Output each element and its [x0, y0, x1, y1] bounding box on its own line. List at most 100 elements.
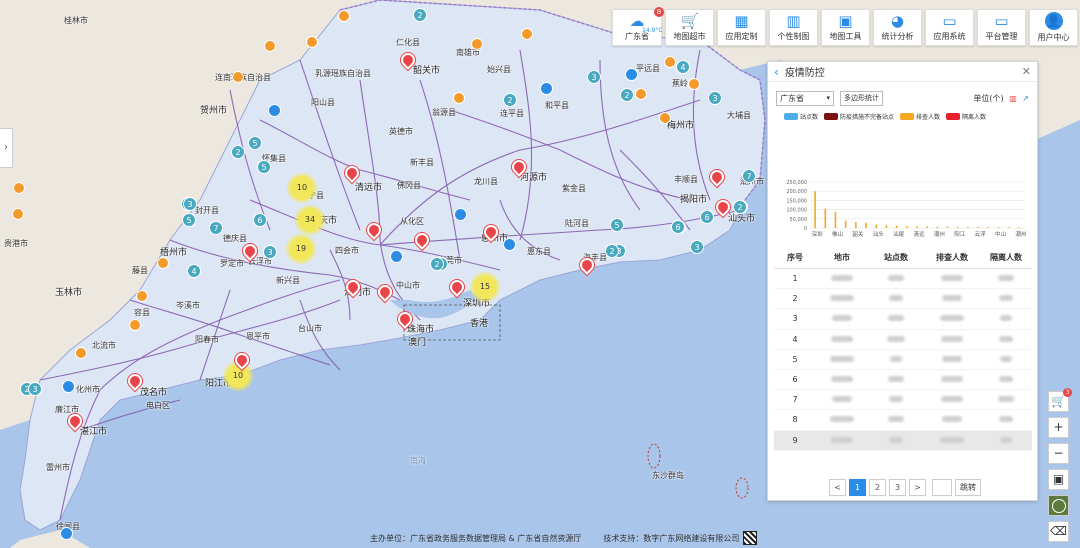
map-cluster-large[interactable]: 19	[289, 237, 313, 261]
map-cluster[interactable]: 2	[605, 244, 619, 258]
map-pin-orange[interactable]	[659, 112, 671, 124]
map-pin-orange[interactable]	[157, 257, 169, 269]
back-arrow-icon[interactable]: ‹	[774, 65, 779, 79]
map-pin-orange[interactable]	[635, 88, 647, 100]
map-pin-orange[interactable]	[75, 347, 87, 359]
map-cluster[interactable]: 5	[248, 136, 262, 150]
map-pin-orange[interactable]	[688, 78, 700, 90]
map-cluster[interactable]: 7	[209, 221, 223, 235]
qr-code-icon[interactable]	[743, 531, 758, 545]
chart-bar[interactable]	[865, 222, 867, 228]
map-cluster[interactable]: 6	[700, 210, 714, 224]
map-cluster[interactable]: 3	[28, 382, 42, 396]
toolbar-statistics-button[interactable]: ◕ 统计分析	[873, 9, 922, 46]
chart-bar[interactable]	[1018, 227, 1020, 228]
map-pin-blue[interactable]	[454, 208, 467, 221]
map-cluster-large[interactable]: 34	[298, 208, 322, 232]
chart-bar[interactable]	[834, 211, 837, 228]
page-jump-button[interactable]: 跳转	[955, 479, 981, 496]
map-pin-blue[interactable]	[503, 238, 516, 251]
chart-bar[interactable]	[967, 226, 969, 228]
map-pin-orange[interactable]	[453, 92, 465, 104]
toolbar-map-market-button[interactable]: 🛒 地图超市	[665, 9, 714, 46]
toolbar-user-center-button[interactable]: 👤 用户中心	[1029, 9, 1078, 46]
table-row[interactable]: 1	[774, 269, 1032, 290]
table-row[interactable]: 5	[774, 350, 1032, 370]
chart-bar[interactable]	[946, 226, 949, 228]
chart-bar[interactable]	[895, 225, 898, 228]
map-cluster[interactable]: 7	[742, 169, 756, 183]
map-cluster[interactable]: 3	[587, 70, 601, 84]
map-pin-blue[interactable]	[60, 527, 73, 540]
chart-bar[interactable]	[956, 226, 959, 228]
map-pin-orange[interactable]	[129, 319, 141, 331]
chart-bar[interactable]	[926, 226, 928, 228]
chart-bar[interactable]	[875, 224, 878, 228]
map-cluster[interactable]: 3	[263, 245, 277, 259]
left-panel-toggle[interactable]: ›	[0, 128, 13, 168]
map-cluster[interactable]: 4	[676, 60, 690, 74]
page-button[interactable]: 2	[869, 479, 886, 496]
province-select[interactable]: 广东省	[776, 90, 834, 106]
map-cluster[interactable]: 2	[430, 257, 444, 271]
chart-bar[interactable]	[916, 226, 918, 228]
table-row[interactable]: 9	[774, 430, 1032, 451]
chart-bar[interactable]	[855, 222, 857, 228]
table-row[interactable]: 3	[774, 309, 1032, 330]
close-icon[interactable]: ✕	[1022, 65, 1031, 78]
map-pin-orange[interactable]	[264, 40, 276, 52]
map-cluster[interactable]: 3	[708, 91, 722, 105]
map-cluster[interactable]: 3	[183, 197, 197, 211]
table-row[interactable]: 4	[774, 330, 1032, 350]
chart-bar[interactable]	[824, 208, 827, 228]
legend-item[interactable]: 站点数	[784, 112, 818, 121]
chart-bar[interactable]	[987, 227, 990, 228]
toolbar-app-system-button[interactable]: ▭ 应用系统	[925, 9, 974, 46]
map-pin-orange[interactable]	[13, 182, 25, 194]
map-cluster[interactable]: 6	[253, 213, 267, 227]
table-row[interactable]: 6	[774, 370, 1032, 391]
legend-item[interactable]: 隔离人数	[946, 112, 986, 121]
chart-bar[interactable]	[814, 191, 816, 228]
zoom-out-button[interactable]: −	[1048, 443, 1069, 464]
map-cluster[interactable]: 2	[413, 8, 427, 22]
map-pin-orange[interactable]	[664, 56, 676, 68]
map-pin-orange[interactable]	[12, 208, 24, 220]
polygon-stats-button[interactable]: 多边形统计	[840, 90, 883, 106]
toolbar-map-tools-button[interactable]: ▣ 地图工具	[821, 9, 870, 46]
bar-chart-icon[interactable]: ▥	[1009, 94, 1017, 103]
chart-bar[interactable]	[997, 227, 1000, 228]
map-cluster-large[interactable]: 15	[473, 275, 497, 299]
map-pin-blue[interactable]	[390, 250, 403, 263]
legend-item[interactable]: 防疫措施不完备站点	[824, 112, 894, 121]
map-cluster[interactable]: 2	[620, 88, 634, 102]
line-chart-icon[interactable]: ↗	[1022, 94, 1029, 103]
map-cluster[interactable]: 2	[733, 200, 747, 214]
toolbox-button[interactable]: ▣	[1048, 469, 1069, 490]
map-pin-orange[interactable]	[471, 38, 483, 50]
map-pin-blue[interactable]	[62, 380, 75, 393]
chart-bar[interactable]	[844, 220, 847, 228]
prev-page-button[interactable]: <	[829, 479, 846, 496]
map-pin-orange[interactable]	[136, 290, 148, 302]
legend-item[interactable]: 排查人数	[900, 112, 940, 121]
toolbar-app-custom-button[interactable]: ▦ 应用定制	[717, 9, 766, 46]
map-cluster-large[interactable]: 10	[290, 176, 314, 200]
table-row[interactable]: 2	[774, 289, 1032, 310]
chart-bar[interactable]	[936, 226, 939, 228]
map-cluster[interactable]: 5	[610, 218, 624, 232]
toolbar-custom-mapping-button[interactable]: ▥ 个性制图	[769, 9, 818, 46]
page-jump-input[interactable]	[932, 479, 952, 496]
map-cluster[interactable]: 6	[671, 220, 685, 234]
map-cluster[interactable]: 4	[187, 264, 201, 278]
eraser-button[interactable]: ⌫	[1048, 521, 1069, 542]
chart-bar[interactable]	[977, 227, 979, 228]
chart-bar[interactable]	[906, 226, 908, 228]
toolbar-platform-admin-button[interactable]: ▭ 平台管理	[977, 9, 1026, 46]
weather-widget[interactable]: ☁ 14.9°C 广东省 8	[612, 7, 664, 46]
page-button[interactable]: 1	[849, 479, 866, 496]
next-page-button[interactable]: >	[909, 479, 926, 496]
map-pin-orange[interactable]	[306, 36, 318, 48]
map-cluster[interactable]: 2	[503, 93, 517, 107]
map-pin-orange[interactable]	[338, 10, 350, 22]
